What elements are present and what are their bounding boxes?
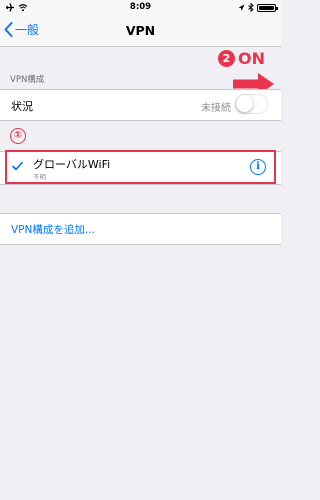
battery-fill [259, 5, 274, 10]
annotation-step2: 2 ON [218, 49, 265, 68]
status-value: 未接続 [201, 103, 231, 114]
navigation-bar: 一般 VPN [0, 15, 281, 47]
status-label: 状況 [11, 100, 33, 113]
annotation-step2-label: ON [238, 49, 265, 68]
checkmark-icon [12, 161, 23, 171]
vpn-config-name: グローバルWiFi [33, 158, 111, 171]
status-right-icons [238, 3, 278, 12]
vpn-config-row[interactable]: グローバルWiFi 不明 i [0, 152, 281, 184]
toggle-knob [236, 95, 253, 112]
status-group: 状況 未接続 [0, 89, 281, 121]
annotation-step2-number: 2 [218, 50, 235, 67]
section-header-vpn-config: VPN構成 [10, 75, 45, 85]
location-icon [238, 4, 245, 11]
add-vpn-config-row[interactable]: VPN構成を追加... [0, 214, 281, 244]
add-vpn-config-link[interactable]: VPN構成を追加... [11, 222, 95, 237]
vpn-config-subtitle: 不明 [33, 173, 46, 181]
status-bar: 8:09 [0, 0, 281, 15]
status-row: 状況 未接続 [0, 90, 281, 120]
vpn-toggle[interactable] [235, 94, 268, 114]
add-config-group: VPN構成を追加... [0, 213, 281, 245]
annotation-step1: ① [10, 128, 26, 144]
info-icon[interactable]: i [250, 159, 266, 175]
vpn-config-group: グローバルWiFi 不明 i [0, 151, 281, 185]
bluetooth-icon [248, 3, 254, 12]
battery-icon [257, 3, 278, 12]
page-title: VPN [125, 23, 156, 38]
